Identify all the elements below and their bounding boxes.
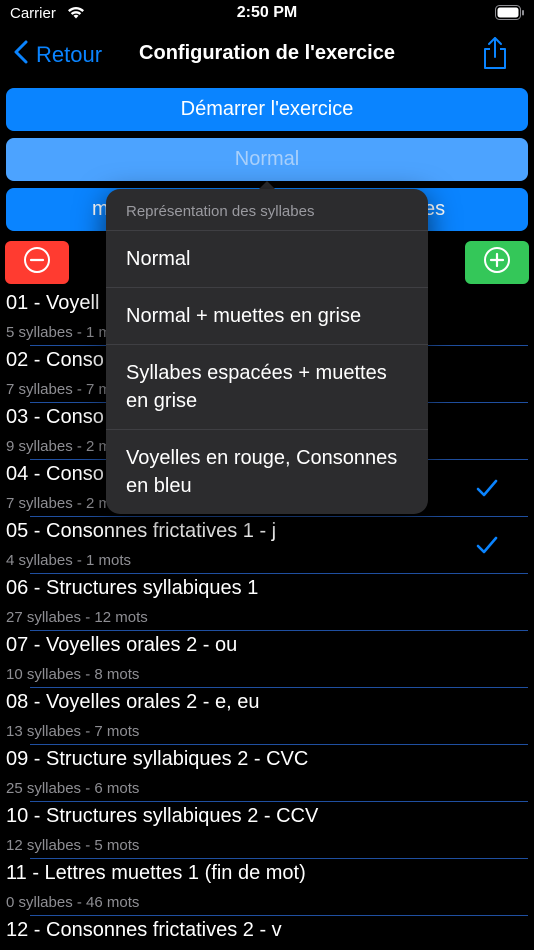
share-icon (482, 37, 508, 74)
plus-circle-icon (483, 246, 511, 279)
syllable-mode-button[interactable]: Normal (6, 138, 528, 181)
share-button[interactable] (482, 36, 508, 75)
syllable-representation-menu: Représentation des syllabes Normal Norma… (106, 189, 428, 514)
exercise-subtitle: 5 syllabes - 1 m (6, 324, 112, 341)
checkmark-icon (476, 478, 498, 503)
exercise-subtitle: 9 syllabes - 2 m (6, 438, 112, 455)
exercise-row[interactable]: 08 - Voyelles orales 2 - e, eu 13 syllabe… (0, 688, 534, 745)
exercise-row[interactable]: 11 - Lettres muettes 1 (fin de mot) 0 syl… (0, 859, 534, 916)
exercise-subtitle: 12 syllabes - 5 mots (6, 837, 140, 854)
navigation-bar: Retour Configuration de l'exercice (0, 30, 534, 82)
clock: 2:50 PM (236, 4, 298, 21)
checkmark-icon (476, 535, 498, 560)
start-exercise-button[interactable]: Démarrer l'exercice (6, 88, 528, 131)
exercise-title: 03 - Conso (6, 406, 104, 428)
menu-item-spaced-syllables[interactable]: Syllabes espacées + muettes en grise (106, 345, 428, 430)
exercise-row[interactable]: 05 - Consonnes frictatives 1 - j 4 syllab… (0, 517, 534, 574)
exercise-subtitle: 7 syllabes - 2 m (6, 495, 112, 512)
exercise-subtitle: 25 syllabes - 6 mots (6, 780, 140, 797)
exercise-title: 05 - Consonnes frictatives 1 - j (6, 520, 277, 542)
exercise-title: 10 - Structures syllabiques 2 - CCV (6, 805, 319, 827)
exercise-title: 09 - Structure syllabiques 2 - CVC (6, 748, 309, 770)
exercise-title: 04 - Conso (6, 463, 104, 485)
exercise-title: 01 - Voyell (6, 292, 100, 314)
exercise-row[interactable]: 09 - Structure syllabiques 2 - CVC 25 syl… (0, 745, 534, 802)
exercise-subtitle: 0 syllabes - 46 mots (6, 894, 140, 911)
exercise-title: 12 - Consonnes frictatives 2 - v (6, 919, 282, 941)
exercise-subtitle: 27 syllabes - 12 mots (6, 609, 148, 626)
add-button[interactable] (465, 241, 529, 284)
exercise-row[interactable]: 06 - Structures syllabiques 1 27 syllabes… (0, 574, 534, 631)
menu-item-colored-letters[interactable]: Voyelles en rouge, Consonnes en bleu (106, 430, 428, 514)
exercise-subtitle: 10 syllabes - 8 mots (6, 666, 140, 683)
status-bar: Carrier 2:50 PM (0, 0, 534, 30)
exercise-row[interactable]: 10 - Structures syllabiques 2 - CCV 12 sy… (0, 802, 534, 859)
exercise-subtitle: 4 syllabes - 1 mots (6, 552, 132, 569)
menu-item-normal-muted-grey[interactable]: Normal + muettes en grise (106, 288, 428, 345)
exercise-row[interactable]: 07 - Voyelles orales 2 - ou 10 syllabes -… (0, 631, 534, 688)
menu-item-normal[interactable]: Normal (106, 231, 428, 288)
exercise-subtitle: 13 syllabes - 7 mots (6, 723, 140, 740)
remove-button[interactable] (5, 241, 69, 284)
page-title: Configuration de l'exercice (139, 42, 395, 64)
exercise-title: 07 - Voyelles orales 2 - ou (6, 634, 238, 656)
exercise-title: 06 - Structures syllabiques 1 (6, 577, 259, 599)
menu-header: Représentation des syllabes (106, 189, 428, 231)
exercise-subtitle: 7 syllabes - 7 m (6, 381, 112, 398)
minus-circle-icon (23, 246, 51, 279)
exercise-title: 02 - Conso (6, 349, 104, 371)
exercise-title: 08 - Voyelles orales 2 - e, eu (6, 691, 260, 713)
battery-icon (495, 5, 525, 26)
exercise-title: 11 - Lettres muettes 1 (fin de mot) (6, 862, 306, 884)
exercise-row[interactable]: 12 - Consonnes frictatives 2 - v (0, 916, 534, 950)
